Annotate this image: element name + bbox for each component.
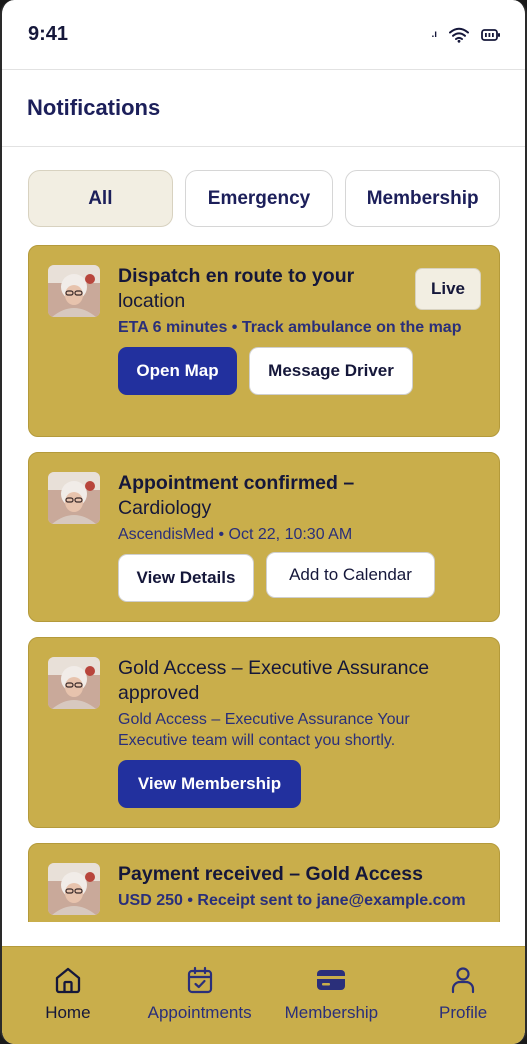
card-title-bold: Dispatch en route to your xyxy=(118,265,355,287)
tab-membership[interactable]: Membership xyxy=(345,170,500,227)
card-body: Payment received – Gold Access USD 250 •… xyxy=(118,862,481,911)
card-body: Appointment confirmed – Cardiology Ascen… xyxy=(118,471,481,602)
card-title: Gold Access – Executive Assurance approv… xyxy=(118,657,430,704)
notification-card-appointment[interactable]: Appointment confirmed – Cardiology Ascen… xyxy=(28,452,500,622)
phone-screen: 9:41 .ı Notifications All Emergency Memb… xyxy=(0,0,527,1044)
avatar xyxy=(48,863,100,915)
card-content: ETA 6 minutes • Track ambulance on the m… xyxy=(118,317,481,395)
view-membership-button[interactable]: View Membership xyxy=(118,760,301,808)
nav-item-membership[interactable]: Membership xyxy=(266,947,398,1044)
avatar-photo-icon xyxy=(48,265,100,317)
signal-icon: .ı xyxy=(431,29,437,40)
card-body: Dispatch en route to your location xyxy=(118,264,391,314)
status-icons: .ı xyxy=(431,27,501,43)
avatar xyxy=(48,657,100,709)
avatar xyxy=(48,265,100,317)
avatar-photo-icon xyxy=(48,472,100,524)
card-title-rest: location xyxy=(118,290,186,312)
bottom-nav: Home Appointments Membership Profile xyxy=(2,946,525,1044)
status-time: 9:41 xyxy=(28,23,69,45)
live-badge: Live xyxy=(414,268,481,310)
add-to-calendar-button[interactable]: Add to Calendar xyxy=(266,552,435,598)
card-subtitle: ETA 6 minutes • Track ambulance on the m… xyxy=(118,319,462,336)
page-title: Notifications xyxy=(27,95,161,120)
card-subtitle: AscendisMed • Oct 22, 10:30 AM xyxy=(118,526,353,543)
card-subtitle: Gold Access – Executive Assurance Your E… xyxy=(118,711,410,749)
notification-card-membership[interactable]: Gold Access – Executive Assurance approv… xyxy=(28,637,500,828)
avatar xyxy=(48,472,100,524)
nav-label-appointments: Appointments xyxy=(147,1003,252,1022)
view-details-button[interactable]: View Details xyxy=(118,554,254,602)
filter-tabs: All Emergency Membership xyxy=(2,147,525,227)
nav-item-home[interactable]: Home xyxy=(2,947,134,1044)
notification-card-dispatch[interactable]: Live Dispatch en route to your location … xyxy=(28,245,500,437)
card-title-bold: Payment received – Gold Access xyxy=(118,863,423,885)
tab-all[interactable]: All xyxy=(28,170,173,227)
status-bar: 9:41 .ı xyxy=(2,0,525,70)
tab-emergency[interactable]: Emergency xyxy=(184,170,334,227)
open-map-button[interactable]: Open Map xyxy=(118,347,237,395)
nav-label-profile: Profile xyxy=(439,1003,488,1022)
person-icon xyxy=(452,967,475,994)
card-title: Dispatch en route to your location xyxy=(118,264,391,314)
nav-label-membership: Membership xyxy=(284,1003,379,1022)
card-actions: View Details Add to Calendar xyxy=(118,552,481,602)
card-body: Gold Access – Executive Assurance approv… xyxy=(118,656,481,808)
card-title-bold: Appointment confirmed – xyxy=(118,472,355,494)
home-icon xyxy=(55,967,81,994)
wifi-icon xyxy=(449,27,469,43)
notification-card-payment[interactable]: Payment received – Gold Access USD 250 •… xyxy=(28,843,500,922)
notification-feed[interactable]: Live Dispatch en route to your location … xyxy=(2,245,525,922)
card-actions: Open Map Message Driver xyxy=(118,347,481,395)
message-driver-button[interactable]: Message Driver xyxy=(249,347,413,395)
nav-item-appointments[interactable]: Appointments xyxy=(134,947,266,1044)
card-title: Payment received – Gold Access xyxy=(118,862,481,887)
card-title: Appointment confirmed – Cardiology xyxy=(118,471,481,521)
battery-icon xyxy=(481,28,500,41)
card-title-rest: Cardiology xyxy=(118,497,212,519)
avatar-photo-icon xyxy=(48,863,100,915)
nav-label-home: Home xyxy=(45,1003,91,1022)
nav-item-profile[interactable]: Profile xyxy=(397,947,525,1044)
card-icon xyxy=(317,970,346,990)
card-actions: View Membership xyxy=(118,760,481,808)
page-header: Notifications xyxy=(2,70,525,147)
avatar-photo-icon xyxy=(48,657,100,709)
card-subtitle: USD 250 • Receipt sent to jane@example.c… xyxy=(118,892,466,909)
calendar-icon xyxy=(187,966,212,994)
